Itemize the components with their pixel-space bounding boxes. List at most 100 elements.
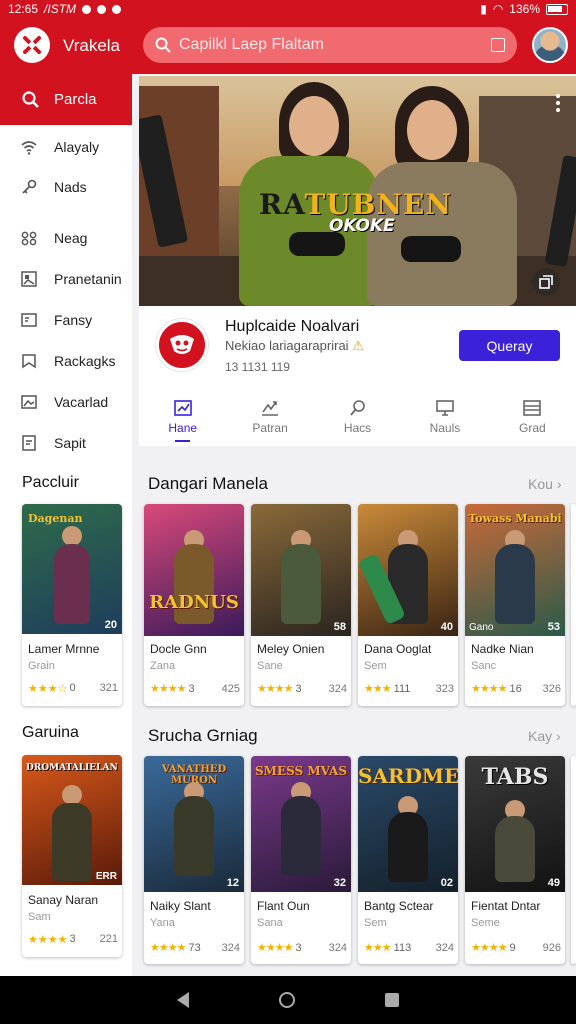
section-more-link[interactable]: Kou › bbox=[528, 476, 561, 492]
game-card-partial[interactable] bbox=[571, 504, 576, 706]
game-info-panel: Huplcaide Noalvari Nekiao lariagaraprira… bbox=[139, 306, 576, 446]
battery-icon bbox=[546, 3, 568, 15]
query-button[interactable]: Queray bbox=[459, 330, 560, 361]
sidebar-item-fansy[interactable]: Fansy bbox=[0, 303, 132, 337]
infinity-icon bbox=[21, 231, 37, 246]
game-name: Naiky Slant bbox=[150, 899, 211, 913]
developer-name: Nekiao lariagaraprirai bbox=[225, 338, 349, 353]
rating-score: 73 bbox=[188, 941, 201, 954]
bookmark-icon bbox=[22, 354, 36, 369]
sidebar-item-neag[interactable]: Neag bbox=[0, 221, 132, 255]
sidebar-item-label: Alayaly bbox=[54, 139, 100, 155]
more-label: Kou bbox=[528, 476, 553, 492]
search-input[interactable] bbox=[179, 36, 479, 54]
game-badge: 20 bbox=[104, 619, 117, 631]
game-icon[interactable] bbox=[156, 319, 208, 371]
notification-icon bbox=[97, 4, 107, 14]
more-vertical-icon[interactable] bbox=[556, 94, 560, 112]
app-logo-icon[interactable] bbox=[14, 27, 50, 63]
rating-score: 0 bbox=[69, 682, 76, 694]
game-art-title: SMESS MVAS bbox=[255, 764, 347, 778]
star-rating: ★★★★ bbox=[150, 683, 186, 695]
photo-icon bbox=[21, 395, 37, 409]
expand-icon[interactable] bbox=[532, 268, 560, 296]
tab-patran[interactable]: Patran bbox=[226, 392, 313, 442]
section-title: Dangari Manela bbox=[148, 474, 269, 493]
tab-nauls[interactable]: Nauls bbox=[401, 392, 488, 442]
game-badge: 53 bbox=[547, 621, 560, 633]
game-subtitle: Yana bbox=[150, 917, 175, 929]
character-figure bbox=[281, 544, 321, 624]
tab-hacs[interactable]: Hacs bbox=[314, 392, 401, 442]
game-rating: ★★★★ 3 221 bbox=[28, 933, 118, 946]
back-icon[interactable] bbox=[177, 992, 189, 1008]
game-card[interactable]: 58 Meley Onien Sane ★★★★ 3 324 bbox=[251, 504, 351, 706]
list-icon bbox=[523, 400, 542, 416]
game-card[interactable]: Towass Manabi Gano 53 Nadke Nian Sanc ★★… bbox=[465, 504, 565, 706]
sidebar-item-alayaly[interactable]: Alayaly bbox=[0, 130, 132, 164]
game-thumbnail: 58 bbox=[251, 504, 351, 636]
sidebar-item-label: Nads bbox=[54, 179, 87, 195]
game-card[interactable]: SARDME 02 Bantg Sctear Sem ★★★ 113 324 bbox=[358, 756, 458, 964]
game-name: Fientat Dntar bbox=[471, 899, 541, 913]
rating-count: 425 bbox=[221, 682, 240, 695]
character-figure bbox=[54, 544, 90, 624]
game-name: Bantg Sctear bbox=[364, 899, 434, 913]
hero-banner[interactable]: RATUBNEN OKOKE bbox=[139, 76, 576, 306]
game-card-partial[interactable] bbox=[571, 756, 576, 964]
search-bar[interactable] bbox=[143, 27, 517, 63]
game-name: Docle Gnn bbox=[150, 642, 207, 656]
status-carrier: /ISTM bbox=[44, 2, 77, 16]
signal-icon: ▮ bbox=[480, 2, 487, 16]
rating-count: 221 bbox=[99, 933, 118, 945]
character-figure bbox=[62, 785, 82, 805]
wifi-icon bbox=[21, 141, 37, 155]
game-thumbnail: VANATHED MURON 12 bbox=[144, 756, 244, 892]
sidebar-item-sapit[interactable]: Sapit bbox=[0, 426, 132, 460]
game-card[interactable]: SMESS MVAS 32 Flant Oun Sana ★★★★ 3 324 bbox=[251, 756, 351, 964]
sidebar-item-pranetanin[interactable]: Pranetanin bbox=[0, 262, 132, 296]
tab-label: Hacs bbox=[343, 421, 372, 435]
battery-level: 136% bbox=[509, 2, 540, 16]
game-rating: ★★★★ 3 324 bbox=[257, 941, 347, 955]
game-rating: ★★★★ 73 324 bbox=[150, 941, 240, 955]
image-icon bbox=[21, 271, 37, 287]
game-rating: ★★★★ 3 324 bbox=[257, 682, 347, 696]
scan-icon[interactable] bbox=[491, 38, 505, 52]
game-art-title: SARDME bbox=[358, 764, 458, 788]
tab-bar: Hane Patran Hacs Nauls Grad bbox=[139, 392, 576, 442]
chevron-right-icon: › bbox=[556, 728, 561, 744]
sidebar-item-nads[interactable]: Nads bbox=[0, 170, 132, 204]
avatar[interactable] bbox=[532, 27, 568, 63]
tab-grad[interactable]: Grad bbox=[489, 392, 576, 442]
game-stats: 13 1131 119 bbox=[225, 360, 290, 374]
game-rating: ★★★★ 16 326 bbox=[471, 682, 561, 696]
game-card[interactable]: RADNUS Docle Gnn Zana ★★★★ 3 425 bbox=[144, 504, 244, 706]
app-name: Vrakela bbox=[63, 36, 121, 55]
game-card[interactable]: Dagenan 20 Lamer Mrnne Grain ★★★☆ 0 321 bbox=[22, 504, 122, 706]
game-thumbnail: TABS 49 bbox=[465, 756, 565, 892]
game-rating: ★★★★ 3 425 bbox=[150, 682, 240, 696]
trending-icon bbox=[262, 401, 279, 416]
sidebar-item-rackagks[interactable]: Rackagks bbox=[0, 344, 132, 378]
search-icon bbox=[155, 37, 171, 53]
game-card[interactable]: TABS 49 Fientat Dntar Seme ★★★★ 9 926 bbox=[465, 756, 565, 964]
game-art-title: Dagenan bbox=[28, 512, 83, 525]
sidebar-item-label: Vacarlad bbox=[54, 394, 109, 410]
sidebar-item-vacarlad[interactable]: Vacarlad bbox=[0, 385, 132, 419]
game-subtitle: Sem bbox=[364, 917, 387, 929]
section-title: Srucha Grniag bbox=[148, 726, 258, 745]
section-more-link[interactable]: Kay › bbox=[528, 728, 561, 744]
recent-apps-icon[interactable] bbox=[385, 993, 399, 1007]
game-card[interactable]: DROMATALIELAN ERR Sanay Naran Sam ★★★★ 3… bbox=[22, 755, 122, 957]
home-icon[interactable] bbox=[279, 992, 295, 1008]
game-card[interactable]: 40 Dana Ooglat Sem ★★★ 111 323 bbox=[358, 504, 458, 706]
game-subtitle: Seme bbox=[471, 917, 500, 929]
game-card[interactable]: VANATHED MURON 12 Naiky Slant Yana ★★★★ … bbox=[144, 756, 244, 964]
gamepad-icon bbox=[401, 236, 461, 262]
sidebar-item-active[interactable]: Parcla bbox=[0, 74, 132, 125]
tab-hane[interactable]: Hane bbox=[139, 392, 226, 442]
sidebar-item-label: Sapit bbox=[54, 435, 86, 451]
game-name: Nadke Nian bbox=[471, 642, 534, 656]
game-subtitle: Zana bbox=[150, 660, 176, 672]
